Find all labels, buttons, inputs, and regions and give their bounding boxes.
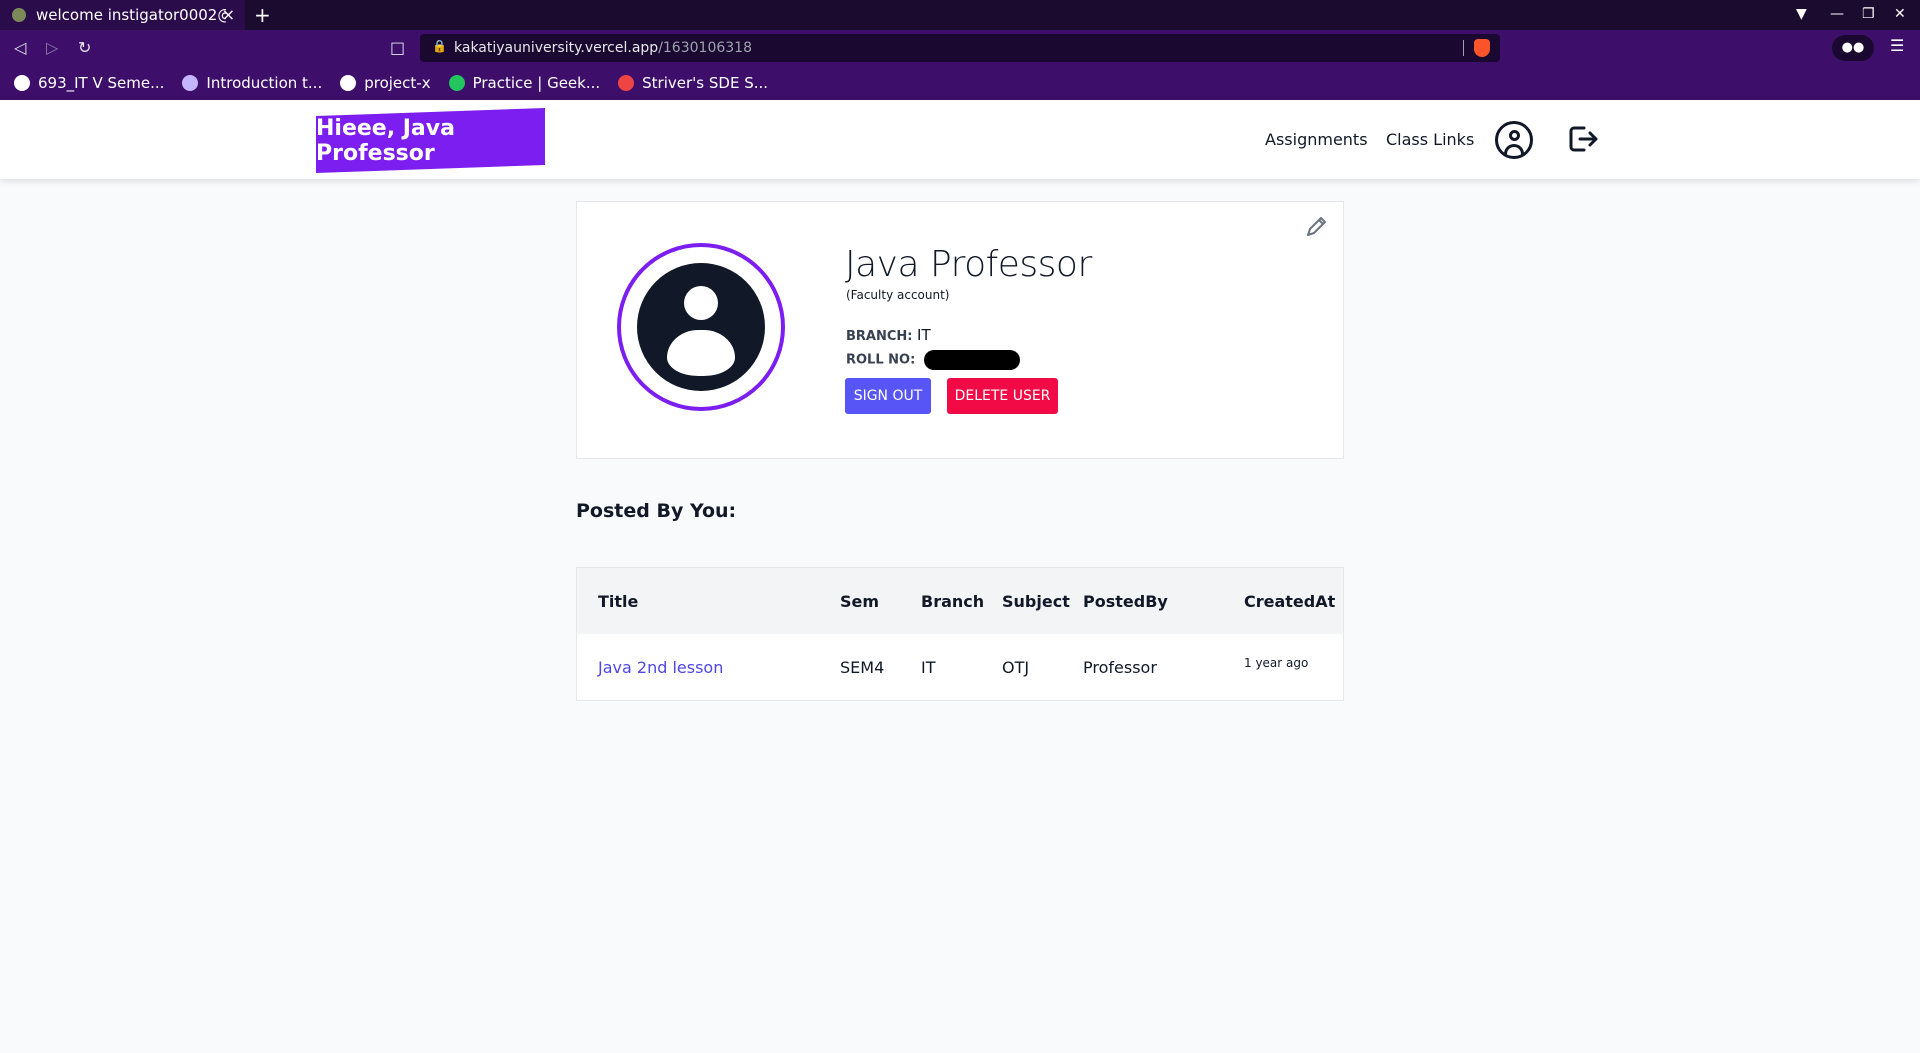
profile-card: Java Professor (Faculty account) BRANCH:… [576, 201, 1344, 459]
post-branch: IT [921, 658, 936, 677]
bookmark-label: Striver's SDE S... [642, 74, 769, 92]
browser-toolbar: ◁ ▷ ↻ □ 🔒 kakatiyauniversity.vercel.app /… [0, 30, 1920, 66]
app-header: Hieee, Java Professor Assignments Class … [0, 100, 1920, 179]
roll-row: ROLL NO: [846, 350, 1020, 370]
tab-search-icon[interactable]: ▼ [1796, 6, 1807, 22]
browser-menu-icon[interactable]: ☰ [1890, 36, 1904, 55]
post-sem: SEM4 [840, 658, 885, 677]
brand-logo[interactable]: Hieee, Java Professor [316, 108, 545, 173]
section-title: Posted By You: [576, 500, 737, 522]
bookmark-item[interactable]: Introduction t... [182, 74, 322, 92]
maximize-icon[interactable]: ❐ [1862, 6, 1875, 22]
minimize-icon[interactable]: — [1830, 6, 1844, 22]
user-profile-icon[interactable] [1495, 121, 1533, 159]
logout-icon[interactable] [1566, 122, 1600, 156]
bookmark-label: 693_IT V Seme... [38, 74, 165, 92]
bookmark-item[interactable]: 693_IT V Seme... [14, 74, 164, 92]
posts-table: Title Sem Branch Subject PostedBy Create… [576, 567, 1344, 701]
post-subject: OTJ [1002, 658, 1030, 677]
avatar [617, 243, 785, 411]
column-header: PostedBy [1083, 592, 1168, 611]
profile-name: Java Professor [845, 244, 1092, 285]
forward-icon[interactable]: ▷ [46, 38, 58, 57]
new-tab-button[interactable]: + [254, 3, 271, 27]
browser-tab-bar: welcome instigator0002@ × + ▼ — ❐ ✕ [0, 0, 1920, 30]
bookmark-favicon-icon [182, 75, 199, 91]
roll-label: ROLL NO: [846, 352, 916, 368]
delete-user-button[interactable]: DELETE USER [947, 378, 1058, 414]
column-header: Subject [1002, 592, 1070, 611]
branch-value: IT [917, 326, 931, 344]
bookmark-item[interactable]: project-x [340, 74, 431, 92]
browser-tab[interactable]: welcome instigator0002@ × [0, 0, 245, 30]
bookmark-item[interactable]: Striver's SDE S... [618, 74, 768, 92]
column-header: Sem [840, 592, 880, 611]
takeuforward-icon [618, 75, 635, 91]
site-favicon-icon [12, 8, 26, 22]
column-header: Branch [921, 592, 985, 611]
bookmark-favicon-icon [14, 75, 30, 91]
tab-title: welcome instigator0002@ [36, 6, 226, 24]
lock-icon: 🔒 [432, 39, 447, 53]
account-type: (Faculty account) [846, 288, 950, 302]
url-path: /1630106318 [658, 40, 752, 56]
brand-text: Hieee, Java Professor [316, 115, 455, 166]
close-tab-icon[interactable]: × [222, 5, 235, 24]
bookmark-label: project-x [364, 74, 431, 92]
bookmark-label: Introduction t... [206, 74, 323, 92]
pencil-edit-icon[interactable] [1303, 214, 1329, 240]
nav-class-links[interactable]: Class Links [1386, 130, 1474, 149]
nav-assignments[interactable]: Assignments [1265, 130, 1368, 149]
brave-shields-icon[interactable] [1474, 39, 1490, 57]
bookmark-icon[interactable]: □ [390, 38, 405, 57]
post-posted-by: Professor [1083, 658, 1157, 677]
close-window-icon[interactable]: ✕ [1894, 6, 1906, 22]
bookmarks-bar: 693_IT V Seme... Introduction t... proje… [0, 66, 1920, 100]
bookmark-label: Practice | Geek... [472, 74, 601, 92]
post-title-link[interactable]: Java 2nd lesson [598, 658, 723, 677]
bookmark-item[interactable]: Practice | Geek... [448, 74, 601, 92]
table-header: Title Sem Branch Subject PostedBy Create… [577, 568, 1343, 634]
branch-label: BRANCH: [846, 329, 913, 344]
private-window-icon[interactable]: ●● [1832, 35, 1874, 61]
column-header: CreatedAt [1244, 592, 1336, 611]
geeksforgeeks-icon [448, 75, 465, 91]
redacted-roll-number [923, 350, 1020, 370]
column-header: Title [598, 592, 639, 611]
url-separator [1463, 40, 1464, 56]
sign-out-button[interactable]: SIGN OUT [845, 378, 931, 414]
user-avatar-icon [637, 263, 765, 391]
address-bar[interactable]: 🔒 kakatiyauniversity.vercel.app/16301063… [420, 34, 1500, 62]
reload-icon[interactable]: ↻ [78, 38, 91, 57]
url-host: kakatiyauniversity.vercel.app [454, 40, 659, 56]
post-created-at: 1 year ago [1244, 656, 1309, 670]
github-icon [340, 75, 357, 91]
back-icon[interactable]: ◁ [14, 38, 26, 57]
branch-row: BRANCH: IT [846, 326, 931, 344]
